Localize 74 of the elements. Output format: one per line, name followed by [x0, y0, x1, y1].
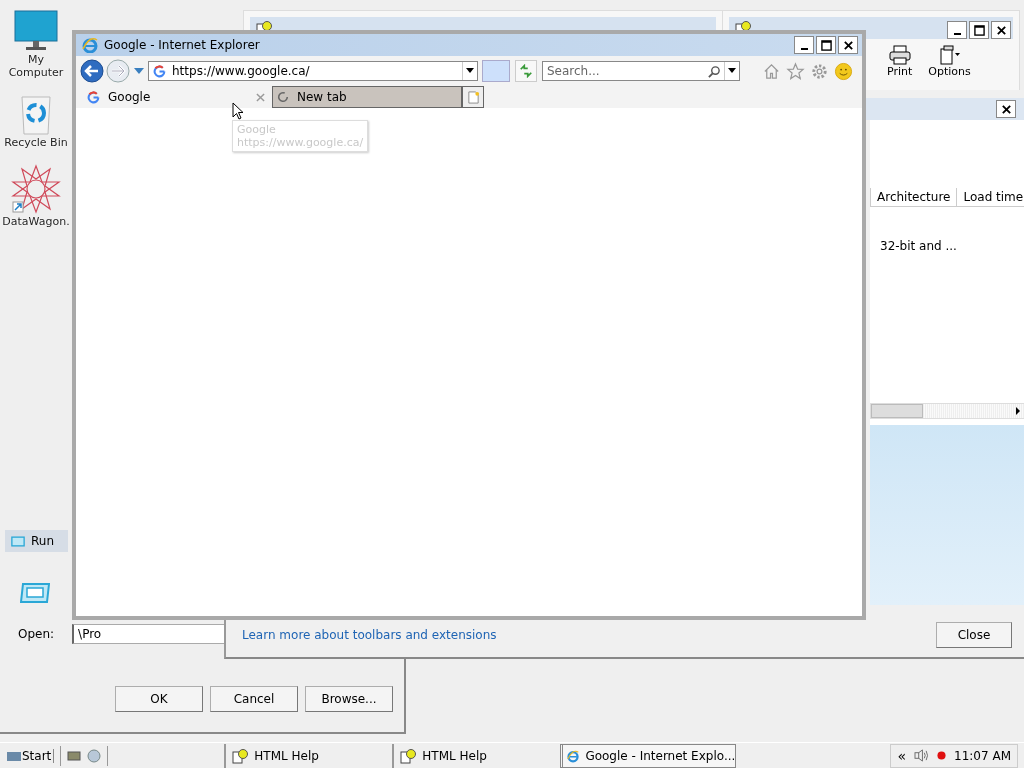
search-box[interactable]: Search... — [542, 61, 740, 81]
new-tab-button[interactable] — [462, 86, 484, 108]
desktop-icon-label[interactable]: My Computer — [1, 54, 71, 80]
close-button[interactable] — [996, 100, 1016, 118]
back-button[interactable] — [80, 59, 104, 83]
minimize-icon — [953, 33, 961, 35]
table-cell-text: 32-bit and ... — [880, 239, 958, 253]
smiley-icon[interactable] — [834, 61, 853, 81]
browse-button[interactable]: Browse... — [305, 686, 393, 712]
start-icon — [6, 749, 22, 762]
g-logo-icon — [153, 64, 166, 78]
record-dot-icon[interactable] — [937, 751, 947, 760]
horizontal-scrollbar[interactable] — [870, 403, 1024, 419]
button-label: HTML Help — [422, 748, 487, 763]
close-button[interactable]: Close — [936, 622, 1012, 648]
refresh-button[interactable] — [515, 60, 537, 82]
taskbar-button[interactable]: Google - Internet Explo... — [560, 743, 737, 768]
address-bar[interactable]: https://www.google.ca/ — [148, 61, 478, 81]
star-pattern-icon[interactable] — [11, 163, 61, 214]
window-title: Google - Internet Explorer — [104, 38, 260, 52]
desktop-icon[interactable] — [67, 749, 82, 762]
button-label: Google - Internet Explo... — [585, 748, 736, 763]
browser-tab[interactable]: New tab — [272, 86, 462, 108]
field-label: Open: — [18, 627, 55, 641]
close-button[interactable] — [838, 36, 858, 54]
close-button[interactable] — [991, 21, 1011, 39]
refresh-arrows-icon — [519, 64, 533, 78]
new-page-icon — [466, 90, 480, 104]
computer-icon[interactable] — [14, 10, 58, 52]
minimize-button[interactable] — [794, 36, 814, 54]
start-button[interactable]: Start — [6, 748, 55, 763]
ok-button[interactable]: OK — [115, 686, 203, 712]
options-button[interactable]: Options — [928, 45, 971, 78]
dropdown-arrow-icon[interactable] — [728, 68, 736, 74]
desktop-icon-label[interactable]: Recycle Bin — [1, 137, 71, 150]
show-hidden-icons-button[interactable]: « — [897, 747, 907, 764]
dialog-title: Run — [31, 534, 54, 548]
help-icon — [232, 747, 249, 764]
clipboard-icon — [938, 45, 961, 65]
help-icon — [400, 747, 417, 764]
maximize-icon — [820, 39, 832, 51]
minimize-icon — [800, 48, 808, 50]
recycle-bin-icon[interactable] — [19, 93, 53, 136]
settings-icon[interactable] — [810, 61, 829, 81]
star-icon[interactable] — [786, 61, 805, 81]
search-icon[interactable] — [708, 64, 721, 78]
taskbar-button[interactable]: HTML Help — [224, 743, 389, 768]
home-icon[interactable] — [762, 61, 781, 81]
taskbar-button[interactable]: HTML Help — [392, 743, 557, 768]
close-tab-icon[interactable] — [256, 92, 265, 102]
close-icon — [1000, 103, 1012, 115]
maximize-button[interactable] — [816, 36, 836, 54]
run-icon — [20, 582, 50, 604]
run-icon — [11, 535, 25, 547]
cancel-button[interactable]: Cancel — [210, 686, 298, 712]
browser-logo-icon — [82, 37, 98, 53]
clock[interactable]: 11:07 AM — [954, 748, 1011, 763]
button-label: Print — [887, 65, 913, 78]
close-icon — [842, 39, 854, 51]
maximize-button[interactable] — [969, 21, 989, 39]
print-button[interactable]: Print — [887, 45, 913, 78]
close-icon — [995, 24, 1007, 36]
minimize-button[interactable] — [947, 21, 967, 39]
column-header[interactable]: Architecture — [870, 188, 957, 206]
scroll-right-icon[interactable] — [1014, 407, 1022, 415]
printer-icon — [888, 45, 911, 65]
column-header[interactable]: Load time — [956, 188, 1024, 206]
desktop-icon-label[interactable]: DataWagon. — [1, 215, 71, 229]
maximize-icon — [973, 24, 985, 36]
button-label: HTML Help — [254, 748, 319, 763]
dropdown-arrow-icon[interactable] — [466, 68, 474, 74]
learn-more-link[interactable]: Learn more about toolbars and extensions — [242, 628, 497, 642]
speaker-icon[interactable] — [914, 749, 930, 762]
button-label: Options — [928, 65, 971, 78]
